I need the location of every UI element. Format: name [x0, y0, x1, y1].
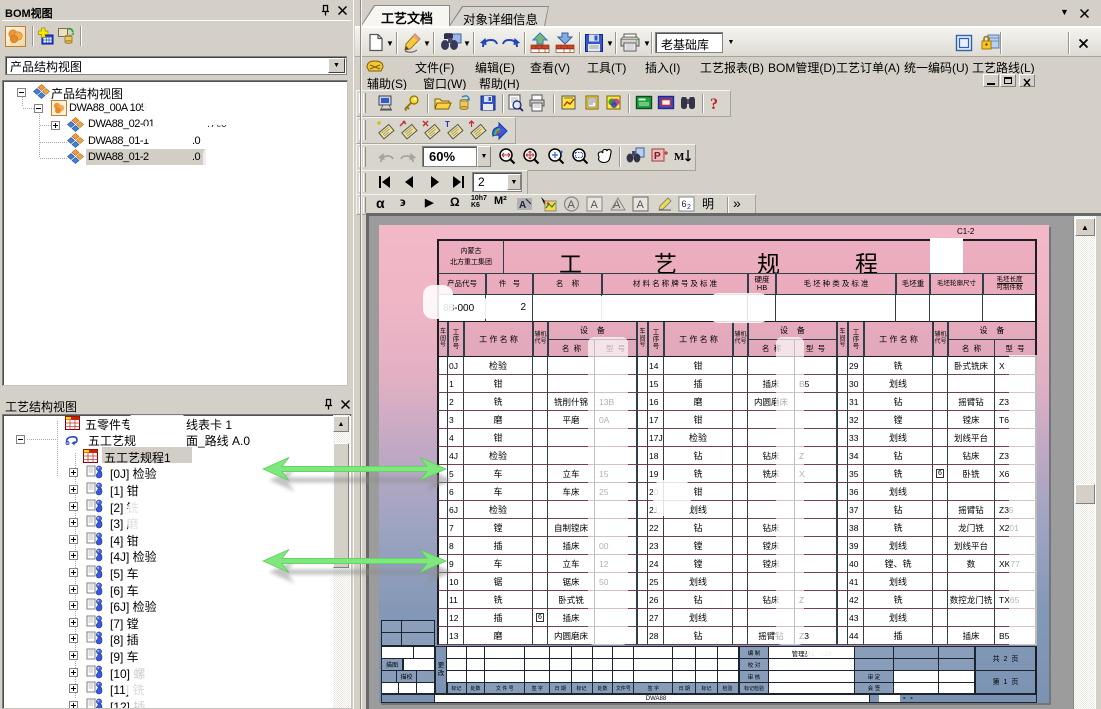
- svg-text:A: A: [637, 199, 645, 211]
- svg-text:6: 6: [682, 199, 687, 209]
- svg-text:T: T: [445, 120, 450, 129]
- svg-text:A: A: [568, 199, 576, 211]
- svg-text:2: 2: [687, 204, 691, 211]
- svg-text:?: ?: [710, 96, 718, 112]
- svg-text:A: A: [591, 199, 599, 211]
- svg-text:A: A: [519, 200, 526, 211]
- svg-text:P: P: [654, 151, 661, 162]
- svg-text:M: M: [674, 151, 685, 163]
